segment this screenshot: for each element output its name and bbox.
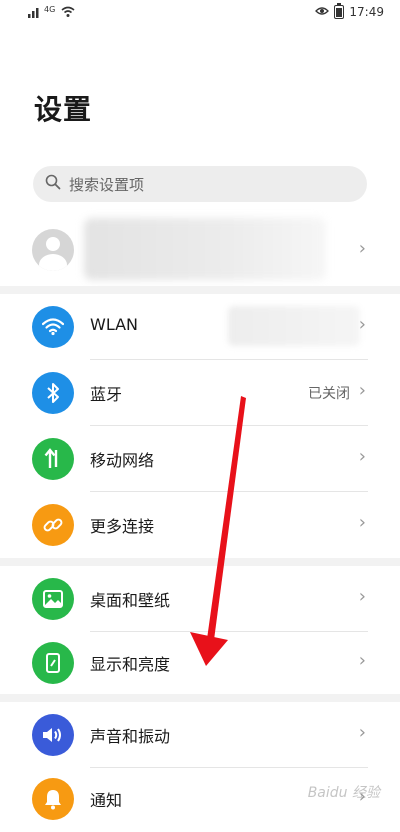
watermark: Baidu 经验 [307, 785, 380, 801]
status-bar: 4G 17:49 [0, 0, 400, 26]
wifi-status-icon [61, 6, 75, 21]
data-transfer-icon [32, 438, 74, 480]
chevron-right-icon: › [358, 314, 366, 335]
search-input[interactable]: 搜索设置项 [33, 166, 367, 202]
eye-icon [315, 6, 330, 19]
search-placeholder: 搜索设置项 [69, 175, 145, 194]
account-info-redacted [84, 218, 326, 280]
settings-item-display-brightness[interactable]: 显示和亮度 › [0, 630, 400, 696]
settings-item-label: 移动网络 [90, 451, 155, 470]
settings-item-sound-vibration[interactable]: 声音和振动 › [0, 702, 400, 768]
account-row[interactable]: › [0, 218, 400, 280]
settings-item-wlan[interactable]: WLAN › [0, 294, 400, 360]
settings-item-mobile-network[interactable]: 移动网络 › [0, 426, 400, 492]
group-divider [0, 286, 400, 294]
clock: 17:49 [349, 5, 384, 19]
link-icon [32, 504, 74, 546]
settings-item-label: 桌面和壁纸 [90, 591, 171, 610]
settings-item-label: 声音和振动 [90, 727, 171, 746]
settings-item-more-connections[interactable]: 更多连接 › [0, 492, 400, 558]
settings-item-label: WLAN [90, 315, 139, 334]
chevron-right-icon: › [358, 446, 366, 467]
page-title: 设置 [34, 93, 93, 126]
chevron-right-icon: › [358, 238, 366, 259]
network-type: 4G [44, 5, 56, 14]
settings-item-label: 更多连接 [90, 517, 155, 536]
search-icon [45, 174, 61, 194]
chevron-right-icon: › [358, 512, 366, 533]
speaker-icon [32, 714, 74, 756]
bluetooth-status: 已关闭 [308, 386, 350, 402]
chevron-right-icon: › [358, 380, 366, 401]
chevron-right-icon: › [358, 586, 366, 607]
avatar [32, 229, 74, 271]
wifi-icon [32, 306, 74, 348]
wlan-network-redacted [228, 306, 360, 346]
phone-display-icon [32, 642, 74, 684]
settings-item-label: 通知 [90, 791, 123, 810]
settings-item-label: 蓝牙 [90, 385, 123, 404]
group-divider [0, 694, 400, 702]
picture-icon [32, 578, 74, 620]
battery-icon [334, 3, 345, 19]
bell-icon [32, 778, 74, 820]
settings-item-label: 显示和亮度 [90, 655, 171, 674]
chevron-right-icon: › [358, 650, 366, 671]
bluetooth-icon [32, 372, 74, 414]
settings-item-bluetooth[interactable]: 蓝牙 已关闭 › [0, 360, 400, 426]
settings-item-home-wallpaper[interactable]: 桌面和壁纸 › [0, 566, 400, 632]
group-divider [0, 558, 400, 566]
chevron-right-icon: › [358, 722, 366, 743]
